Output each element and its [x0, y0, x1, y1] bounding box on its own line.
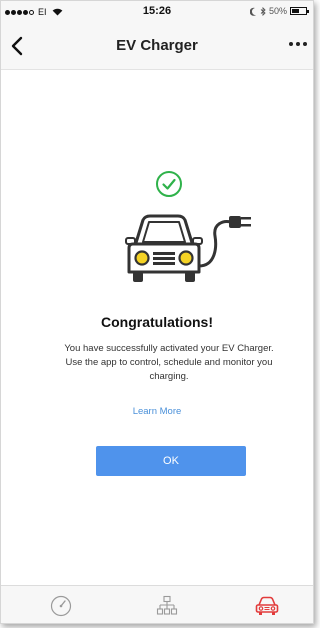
bluetooth-icon — [260, 6, 266, 16]
plug-icon — [229, 216, 241, 228]
moon-icon — [249, 7, 256, 16]
network-icon — [156, 595, 178, 615]
navigation-bar: EV Charger — [1, 23, 313, 70]
success-message: You have successfully activated your EV … — [64, 343, 274, 382]
car-icon — [255, 596, 279, 615]
status-right: 50% — [249, 6, 309, 16]
tab-dashboard[interactable] — [47, 594, 75, 618]
page-title: EV Charger — [116, 37, 198, 54]
ev-car-illustration — [125, 214, 251, 282]
more-horizontal-icon — [296, 42, 300, 46]
status-bar: EI 15:26 50% — [1, 1, 313, 23]
battery-icon — [290, 7, 309, 15]
tab-bar — [1, 585, 313, 623]
check-circle-icon — [156, 171, 182, 197]
learn-more-link[interactable]: Learn More — [1, 406, 313, 417]
battery-level — [292, 9, 299, 13]
ok-button[interactable]: OK — [96, 446, 246, 476]
battery-percent: 50% — [268, 6, 287, 16]
success-heading: Congratulations! — [101, 314, 213, 330]
speedometer-icon — [50, 595, 72, 617]
app-screen: EI 15:26 50% EV Charger Congratulations!… — [0, 0, 314, 624]
tab-charger[interactable] — [253, 594, 281, 618]
more-options-button[interactable] — [289, 42, 307, 46]
more-horizontal-icon — [289, 42, 293, 46]
more-horizontal-icon — [303, 42, 307, 46]
tab-network[interactable] — [153, 594, 181, 618]
